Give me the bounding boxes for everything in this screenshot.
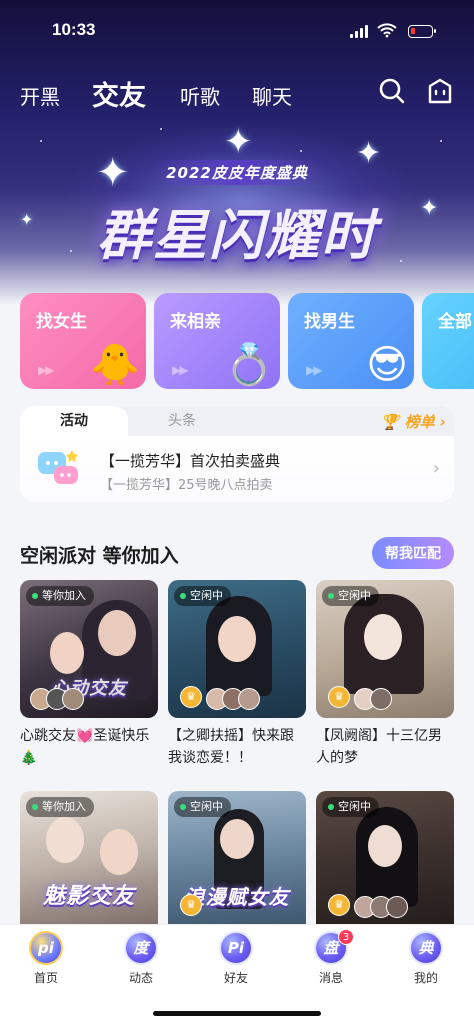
room-status-badge: 空闲中 (174, 586, 231, 606)
room-caption[interactable]: 【凤阙阁】十三亿男人的梦 (316, 725, 454, 769)
banner-title: 群星闪耀时 (97, 204, 377, 267)
room-member-avatars (206, 688, 260, 710)
chick-mascot-icon: 🐥 (90, 342, 140, 388)
category-blind-date[interactable]: 来相亲 ▶▶ 💍 (154, 293, 280, 389)
room-member-avatars (354, 688, 392, 710)
tab-jiaoyou[interactable]: 交友 (92, 74, 146, 113)
room-status-badge: 空闲中 (174, 797, 231, 817)
nav-feed[interactable]: 度 动态 (101, 933, 181, 989)
home-indicator (153, 1011, 321, 1016)
top-nav: 开黑 交友 听歌 聊天 (20, 74, 474, 114)
category-label: 找男生 (304, 312, 355, 332)
room-status-badge: 等你加入 (26, 586, 94, 606)
room-card[interactable]: 等你加入 魅影交友 (20, 791, 158, 924)
crown-icon: ♛ (328, 894, 350, 916)
chevron-right-icon: › (432, 458, 440, 479)
activity-headline: 【一揽芳华】首次拍卖盛典 (100, 452, 281, 470)
tab-kaihei[interactable]: 开黑 (20, 81, 60, 110)
room-card[interactable]: 空闲中 ♛ (316, 580, 454, 718)
activity-item[interactable]: 【一揽芳华】首次拍卖盛典 【一揽芳华】25号晚八点拍卖 › (20, 436, 454, 502)
nav-home[interactable]: pi 首页 (6, 933, 86, 989)
category-row: 找女生 ▶▶ 🐥 来相亲 ▶▶ 💍 找男生 ▶▶ 😎 全部 (20, 293, 474, 389)
category-find-boys[interactable]: 找男生 ▶▶ 😎 (288, 293, 414, 389)
nav-friends[interactable]: Pi 好友 (196, 933, 276, 989)
room-caption[interactable]: 心跳交友💓圣诞快乐🎄 (20, 725, 158, 769)
tab-activity[interactable]: 活动 (20, 406, 128, 436)
crown-icon: ♛ (328, 686, 350, 708)
banner-title-block: 2022皮皮年度盛典 群星闪耀时 (0, 160, 474, 270)
sparkle (300, 150, 302, 152)
room-status-badge: 空闲中 (322, 586, 379, 606)
room-member-avatars (30, 688, 84, 710)
crown-icon: ♛ (180, 686, 202, 708)
activity-card: 头条 活动 🏆 榜单 › 【一揽芳华】首次拍卖盛典 【一揽芳华】25号晚八点拍卖… (20, 406, 454, 502)
search-icon[interactable] (377, 76, 407, 106)
category-find-girls[interactable]: 找女生 ▶▶ 🐥 (20, 293, 146, 389)
tab-tingge[interactable]: 听歌 (180, 81, 220, 110)
room-cover-face (98, 610, 136, 656)
category-label: 来相亲 (170, 312, 221, 332)
room-cover-face (368, 825, 402, 867)
crown-icon: ♛ (180, 894, 202, 916)
section-title: 空闲派对 等你加入 (20, 545, 179, 567)
play-decoration-icon: ▶▶ (38, 363, 55, 377)
status-time: 10:33 (52, 20, 96, 39)
room-cover-face (50, 632, 84, 674)
room-cover-face (218, 616, 256, 662)
room-overlay-title: 魅影交友 (42, 884, 135, 909)
category-label: 找女生 (36, 312, 87, 332)
nav-label: 好友 (223, 971, 248, 985)
cellular-signal-icon (350, 25, 368, 38)
room-status-badge: 等你加入 (26, 797, 94, 817)
sparkle (40, 140, 42, 142)
room-cover-face (220, 819, 254, 859)
nav-label: 动态 (128, 971, 153, 985)
ranking-link[interactable]: 🏆 榜单 › (381, 411, 446, 432)
banner-subtitle: 2022皮皮年度盛典 (152, 160, 322, 185)
tab-liaotian[interactable]: 聊天 (252, 81, 292, 110)
cool-mascot-icon: 😎 (366, 342, 408, 388)
play-decoration-icon: ▶▶ (172, 363, 189, 377)
room-cover-face (364, 614, 402, 660)
nav-messages[interactable]: 盘 3 消息 (291, 929, 371, 989)
battery-icon (408, 25, 436, 38)
feed-icon: 度 (126, 933, 156, 963)
gift-bubble-icon (38, 450, 78, 484)
nav-label: 首页 (33, 971, 58, 985)
nav-profile[interactable]: 典 我的 (386, 933, 466, 989)
nav-label: 我的 (413, 971, 438, 985)
room-card[interactable]: 等你加入 心动交友 (20, 580, 158, 718)
tab-headlines[interactable]: 头条 (128, 406, 236, 436)
room-cover-face (100, 829, 138, 875)
unread-count-badge: 3 (338, 929, 354, 945)
category-label: 全部 (438, 312, 472, 332)
bottom-nav: pi 首页 度 动态 Pi 好友 盘 3 消息 典 我的 (0, 924, 474, 1025)
category-all[interactable]: 全部 (422, 293, 474, 389)
sparkle (160, 128, 162, 130)
room-cover-face (46, 817, 84, 863)
room-card[interactable]: 空闲中 ♛ (316, 791, 454, 924)
room-member-avatars (354, 896, 408, 918)
nav-label: 消息 (318, 971, 343, 985)
activity-subline: 【一揽芳华】25号晚八点拍卖 (100, 478, 273, 493)
room-caption[interactable]: 【之卿扶摇】快来跟我谈恋爱！！ (168, 725, 306, 769)
match-me-button[interactable]: 帮我匹配 (372, 537, 454, 569)
home-pi-icon: pi (31, 933, 61, 963)
room-card[interactable]: 空闲中 ♛ (168, 580, 306, 718)
room-status-badge: 空闲中 (322, 797, 379, 817)
friends-icon: Pi (221, 933, 251, 963)
wifi-icon (377, 23, 397, 38)
shop-icon[interactable] (425, 76, 455, 106)
star-decoration: ✦ (224, 122, 253, 162)
ring-icon: 💍 (224, 342, 274, 388)
room-card[interactable]: 空闲中 浪漫赋女友 ♛ (168, 791, 306, 924)
status-bar: 10:33 (0, 18, 474, 46)
play-decoration-icon: ▶▶ (306, 363, 323, 377)
profile-icon: 典 (411, 933, 441, 963)
sparkle (440, 140, 442, 142)
